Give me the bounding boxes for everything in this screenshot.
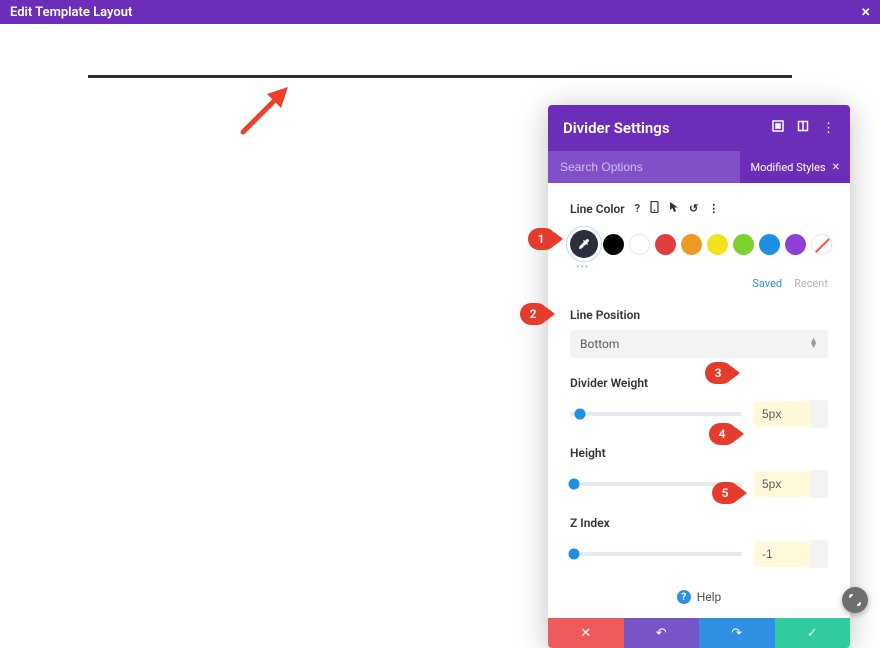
annotation-arrow	[235, 80, 295, 140]
undo-button[interactable]: ↶	[624, 618, 700, 648]
zindex-label: Z Index	[570, 516, 828, 530]
height-label: Height	[570, 446, 828, 460]
slider-thumb[interactable]	[569, 549, 580, 560]
divider-weight-field: Divider Weight	[570, 376, 828, 428]
divider-weight-input[interactable]	[754, 401, 810, 427]
search-input[interactable]	[560, 160, 710, 174]
confirm-button[interactable]: ✓	[775, 618, 851, 648]
swatch-black[interactable]	[603, 234, 624, 255]
divider-preview[interactable]	[88, 75, 792, 78]
slider-thumb[interactable]	[575, 409, 586, 420]
panel-body: Line Color ? ↺ ⋮	[548, 183, 850, 618]
divider-weight-slider[interactable]	[570, 412, 742, 416]
close-icon[interactable]: ✕	[832, 162, 840, 173]
help-icon[interactable]: ?	[635, 202, 640, 215]
swatch-green[interactable]	[733, 234, 754, 255]
mobile-icon[interactable]	[650, 201, 659, 216]
line-color-label: Line Color ? ↺ ⋮	[570, 201, 828, 216]
height-input[interactable]	[754, 471, 810, 497]
line-position-field: Line Position Bottom ▲▼	[570, 308, 828, 358]
saved-tab[interactable]: Saved	[752, 277, 782, 290]
swatch-blue[interactable]	[759, 234, 780, 255]
modified-styles-chip[interactable]: Modified Styles ✕	[740, 151, 850, 183]
modified-styles-label: Modified Styles	[750, 161, 825, 174]
line-position-label: Line Position	[570, 308, 828, 322]
hover-icon[interactable]	[669, 201, 679, 216]
redo-button[interactable]: ↷	[699, 618, 775, 648]
divider-weight-label: Divider Weight	[570, 376, 828, 390]
zindex-input[interactable]	[754, 541, 810, 567]
help-icon: ?	[677, 590, 691, 604]
panel-header[interactable]: Divider Settings ⋮	[548, 105, 850, 151]
unit-box[interactable]	[810, 400, 828, 428]
color-swatches	[570, 230, 828, 258]
unit-box[interactable]	[810, 470, 828, 498]
reset-icon[interactable]: ↺	[689, 202, 698, 215]
unit-box[interactable]	[810, 540, 828, 568]
swatch-orange[interactable]	[681, 234, 702, 255]
callout-1: 1	[528, 228, 556, 250]
panel-title: Divider Settings	[563, 119, 670, 137]
window-title-bar: Edit Template Layout ×	[0, 0, 880, 24]
cancel-button[interactable]: ✕	[548, 618, 624, 648]
resize-handle[interactable]	[842, 587, 868, 613]
swatch-red[interactable]	[655, 234, 676, 255]
expand-icon[interactable]	[772, 120, 784, 136]
callout-3: 3	[705, 362, 733, 384]
swatch-white[interactable]	[629, 234, 650, 255]
panel-toolbar: Modified Styles ✕	[548, 151, 850, 183]
zindex-field: Z Index	[570, 516, 828, 568]
callout-4: 4	[709, 423, 737, 445]
swatch-none[interactable]	[811, 234, 832, 255]
help-link[interactable]: ? Help	[570, 590, 828, 604]
color-picker-button[interactable]	[570, 230, 598, 258]
more-icon[interactable]: ⋮	[708, 202, 719, 215]
more-icon[interactable]: ⋮	[822, 121, 835, 136]
zindex-slider[interactable]	[570, 552, 742, 556]
swatch-purple[interactable]	[785, 234, 806, 255]
swatch-yellow[interactable]	[707, 234, 728, 255]
line-position-select[interactable]: Bottom ▲▼	[570, 330, 828, 358]
callout-2: 2	[520, 303, 548, 325]
window-title: Edit Template Layout	[10, 5, 132, 20]
snap-icon[interactable]	[797, 120, 809, 136]
height-field: Height	[570, 446, 828, 498]
close-icon[interactable]: ×	[862, 4, 871, 20]
more-swatches-icon[interactable]: •••	[576, 262, 828, 273]
recent-tab[interactable]: Recent	[794, 277, 828, 290]
slider-thumb[interactable]	[569, 479, 580, 490]
select-arrows-icon: ▲▼	[809, 339, 818, 349]
settings-panel: Divider Settings ⋮ Modified Styles ✕ Lin…	[548, 105, 850, 648]
panel-header-actions: ⋮	[772, 120, 835, 136]
panel-footer: ✕ ↶ ↷ ✓	[548, 618, 850, 648]
callout-5: 5	[712, 482, 740, 504]
line-position-value: Bottom	[580, 337, 619, 351]
